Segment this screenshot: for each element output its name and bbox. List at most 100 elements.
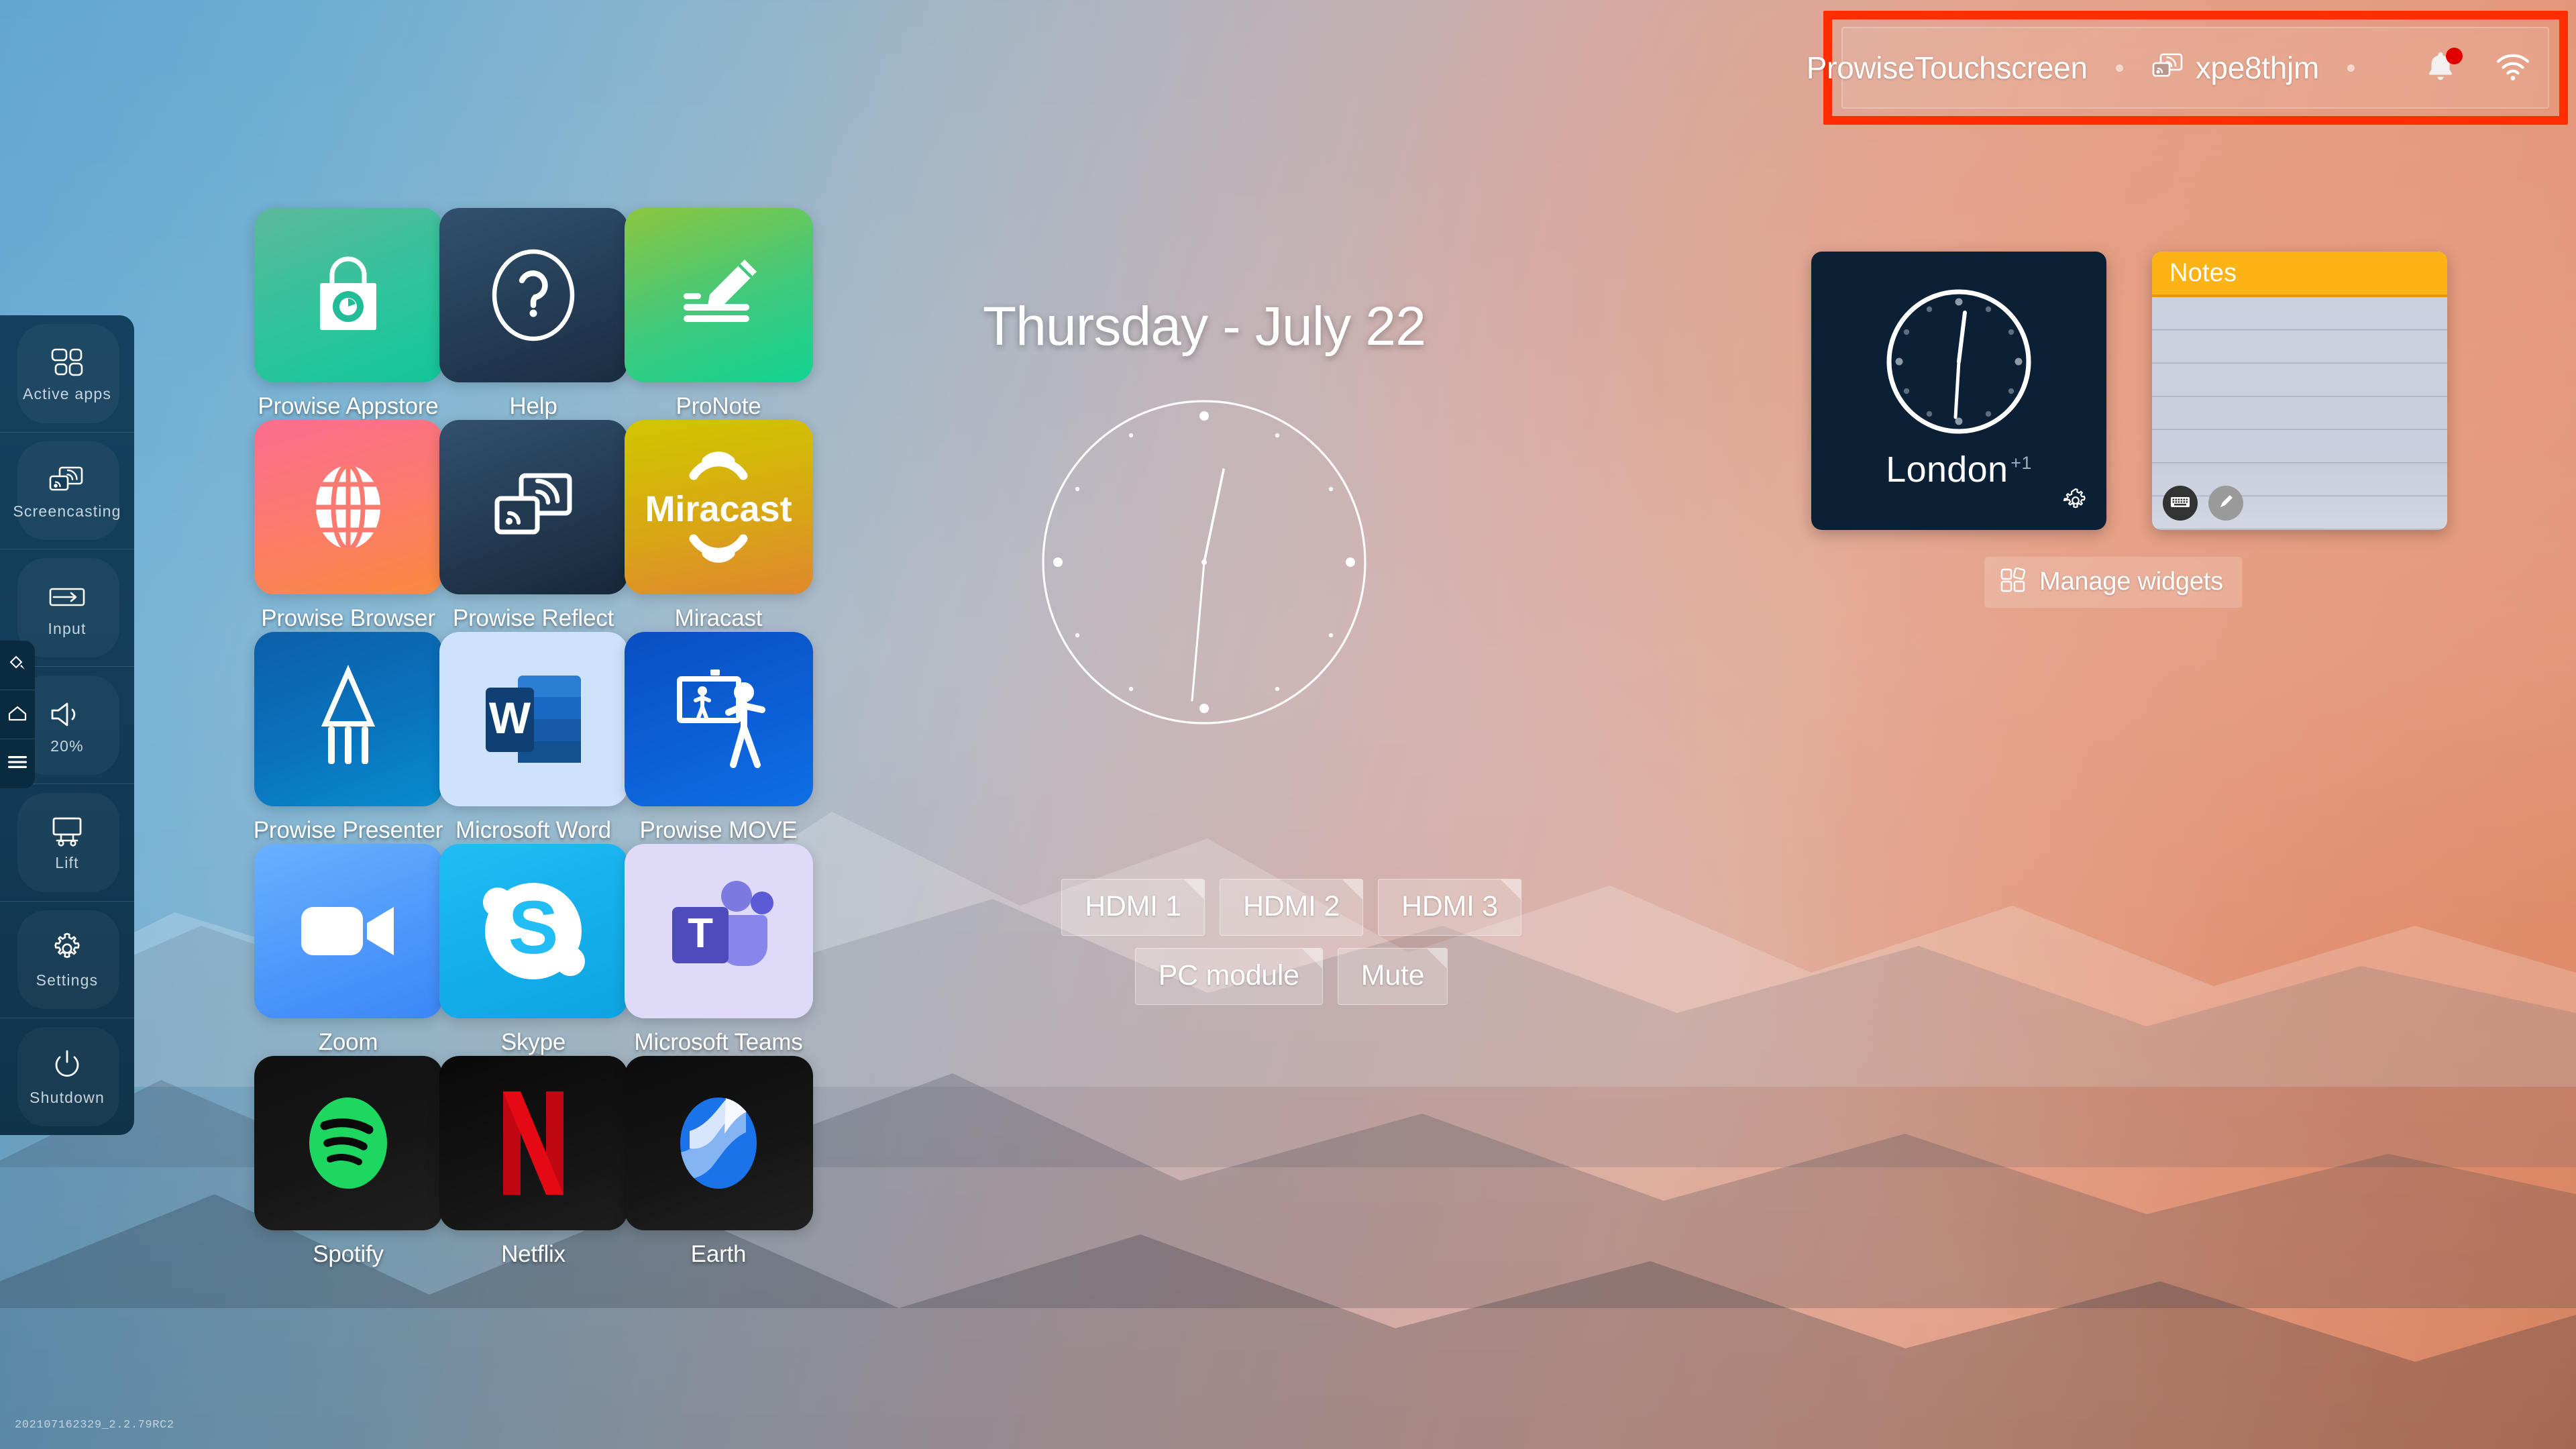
app-tile[interactable] — [254, 1056, 443, 1230]
app-label: Netflix — [501, 1241, 566, 1267]
app-tile[interactable]: T — [624, 844, 813, 1018]
app-tile[interactable] — [624, 208, 813, 382]
lift-stand-icon — [45, 812, 89, 850]
sidebar-item-lift[interactable]: Lift — [0, 784, 134, 902]
app-tile[interactable] — [439, 208, 628, 382]
manage-widgets-button[interactable]: Manage widgets — [1984, 557, 2242, 608]
screencast-icon — [45, 461, 89, 498]
shortcut-pc-module[interactable]: PC module — [1134, 948, 1323, 1005]
app-item-microsoft-teams[interactable]: T Microsoft Teams — [624, 844, 813, 1056]
app-item-prowise-appstore[interactable]: Prowise Appstore — [254, 208, 443, 420]
app-item-prowise-reflect[interactable]: Prowise Reflect — [439, 420, 628, 632]
app-item-pronote[interactable]: ProNote — [624, 208, 813, 420]
sidebar-label-volume-percent: 20% — [50, 737, 84, 755]
app-label: Prowise Appstore — [258, 393, 439, 419]
pen-nib-icon — [321, 664, 376, 764]
app-item-skype[interactable]: S Skype — [439, 844, 628, 1056]
sidebar-label: Lift — [55, 854, 79, 872]
app-label: Spotify — [313, 1241, 384, 1267]
gear-icon — [45, 930, 89, 967]
clock-city-label: London — [1886, 449, 2008, 490]
app-tile[interactable] — [254, 208, 443, 382]
wifi-icon[interactable] — [2496, 52, 2530, 85]
app-tile[interactable]: S — [439, 844, 628, 1018]
app-item-prowise-browser[interactable]: Prowise Browser — [254, 420, 443, 632]
skype-s-icon: S — [483, 883, 585, 979]
screencast-icon — [494, 473, 572, 535]
netflix-n-icon — [503, 1091, 564, 1195]
widget-notes[interactable]: Notes — [2152, 252, 2447, 530]
app-item-netflix[interactable]: Netflix — [439, 1056, 628, 1268]
app-tile[interactable] — [624, 1056, 813, 1230]
widget-world-clock[interactable]: London +1 — [1811, 252, 2106, 530]
pencil-lines-icon — [684, 260, 757, 322]
edge-tab-home[interactable] — [0, 690, 35, 740]
app-tile[interactable] — [254, 844, 443, 1018]
sidebar-label: Settings — [36, 971, 99, 989]
app-item-microsoft-word[interactable]: W Microsoft Word — [439, 632, 628, 844]
pen-icon — [2217, 493, 2235, 514]
app-label: Prowise Reflect — [452, 605, 614, 631]
notes-title: Notes — [2169, 258, 2237, 287]
app-tile[interactable] — [254, 632, 443, 806]
app-tile[interactable] — [624, 632, 813, 806]
shortcut-hdmi-3[interactable]: HDMI 3 — [1377, 879, 1521, 936]
app-item-prowise-move[interactable]: Prowise MOVE — [624, 632, 813, 844]
app-item-help[interactable]: Help — [439, 208, 628, 420]
sidebar-item-settings[interactable]: Settings — [0, 902, 134, 1019]
svg-text:S: S — [508, 885, 559, 969]
edge-tab-menu[interactable] — [0, 739, 35, 788]
notes-body[interactable] — [2152, 297, 2447, 530]
widgets-grid-icon — [1999, 566, 2027, 598]
app-grid[interactable]: Prowise Appstore Help ProNote Prowise Br… — [254, 208, 813, 1268]
app-item-zoom[interactable]: Zoom — [254, 844, 443, 1056]
notification-bell-icon[interactable] — [2424, 48, 2463, 86]
clock-city-row: London +1 — [1886, 449, 2031, 490]
notes-keyboard-button[interactable] — [2163, 486, 2198, 521]
app-item-miracast[interactable]: Miracast Miracast — [624, 420, 813, 632]
earth-globe-icon — [680, 1097, 757, 1189]
cast-code-label: xpe8thjm — [2195, 50, 2320, 85]
app-label: ProNote — [676, 393, 761, 419]
shortcut-mute[interactable]: Mute — [1337, 948, 1448, 1005]
svg-text:T: T — [688, 910, 713, 957]
sidebar-item-screencasting[interactable]: Screencasting — [0, 433, 134, 550]
app-item-earth[interactable]: Earth — [624, 1056, 813, 1268]
app-label: Zoom — [318, 1029, 378, 1055]
volume-icon — [45, 696, 89, 733]
screencast-status[interactable]: xpe8thjm — [2151, 50, 2319, 86]
input-arrow-icon — [45, 578, 89, 616]
edge-tab-annotate[interactable] — [0, 641, 35, 690]
question-mark-icon — [492, 249, 575, 341]
sidebar-item-shutdown[interactable]: Shutdown — [0, 1018, 134, 1135]
app-tile[interactable] — [254, 420, 443, 594]
app-item-prowise-presenter[interactable]: Prowise Presenter — [254, 632, 443, 844]
device-name-label: ProwiseTouchscreen — [1806, 50, 2088, 85]
teams-t-icon: T — [672, 881, 773, 966]
word-w-icon: W — [486, 676, 581, 763]
app-tile[interactable]: W — [439, 632, 628, 806]
app-item-spotify[interactable]: Spotify — [254, 1056, 443, 1268]
source-shortcut-buttons[interactable]: HDMI 1 HDMI 2 HDMI 3 PC module Mute — [1036, 879, 1546, 1017]
hamburger-menu-icon — [8, 755, 27, 773]
app-tile[interactable]: Miracast — [624, 420, 813, 594]
analog-clock-widget — [1882, 284, 2036, 442]
svg-text:Miracast: Miracast — [645, 489, 792, 529]
top-status-bar[interactable]: ProwiseTouchscreen xpe8thjm — [1807, 27, 2549, 109]
center-clock-area: Thursday - July 22 — [869, 295, 1540, 731]
clock-settings-button[interactable] — [2061, 487, 2090, 517]
shortcut-hdmi-2[interactable]: HDMI 2 — [1220, 879, 1363, 936]
widget-panel[interactable]: London +1 Notes Manage widgets — [1811, 252, 2447, 608]
notes-pen-button[interactable] — [2208, 486, 2243, 521]
shortcut-hdmi-1[interactable]: HDMI 1 — [1061, 879, 1205, 936]
app-label: Skype — [500, 1029, 566, 1055]
app-tile[interactable] — [439, 1056, 628, 1230]
home-icon — [7, 704, 28, 726]
power-icon — [45, 1047, 89, 1085]
sidebar-item-active-apps[interactable]: Active apps — [0, 315, 134, 433]
edge-tab-strip[interactable] — [0, 641, 35, 788]
app-tile[interactable] — [439, 420, 628, 594]
app-label: Microsoft Word — [455, 817, 611, 843]
screencast-icon — [2151, 52, 2184, 85]
grid-squares-icon — [45, 343, 89, 381]
